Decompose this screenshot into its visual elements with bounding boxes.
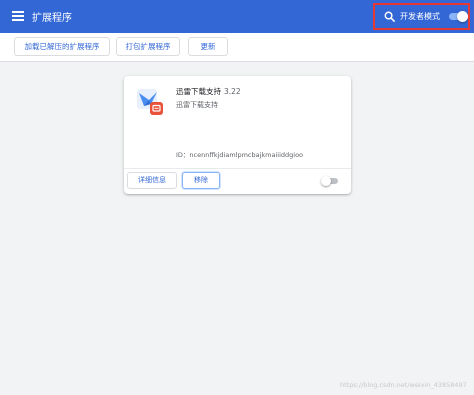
details-button[interactable]: 详细信息 (127, 172, 177, 189)
watermark: https://blog.csdn.net/weixin_43858497 (340, 381, 467, 389)
thunder-bird-icon (137, 89, 163, 115)
annotation-highlight-box (373, 3, 470, 30)
card-divider (124, 168, 351, 169)
extension-enable-toggle[interactable] (321, 176, 338, 186)
extension-name: 迅雷下载支持 (176, 87, 221, 96)
menu-icon[interactable] (12, 11, 24, 21)
extension-description: 迅雷下载支持 (176, 101, 218, 109)
toggle-knob (321, 176, 331, 186)
update-button[interactable]: 更新 (188, 37, 228, 56)
extension-id: ID：ncennffkjdiamlpmcbajkmaiiiddgioo (176, 151, 304, 159)
load-unpacked-button[interactable]: 加载已解压的扩展程序 (14, 37, 110, 56)
toolbar: 加载已解压的扩展程序 打包扩展程序 更新 (0, 33, 474, 62)
remove-button[interactable]: 移除 (182, 172, 220, 189)
page-title: 扩展程序 (32, 13, 72, 24)
extension-version: 3.22 (224, 87, 241, 96)
extension-card: 迅雷下载支持 3.22 迅雷下载支持 ID：ncennffkjdiamlpmcba… (124, 76, 351, 194)
pack-extension-button[interactable]: 打包扩展程序 (116, 37, 180, 56)
extension-name-line: 迅雷下载支持 3.22 (176, 86, 241, 97)
